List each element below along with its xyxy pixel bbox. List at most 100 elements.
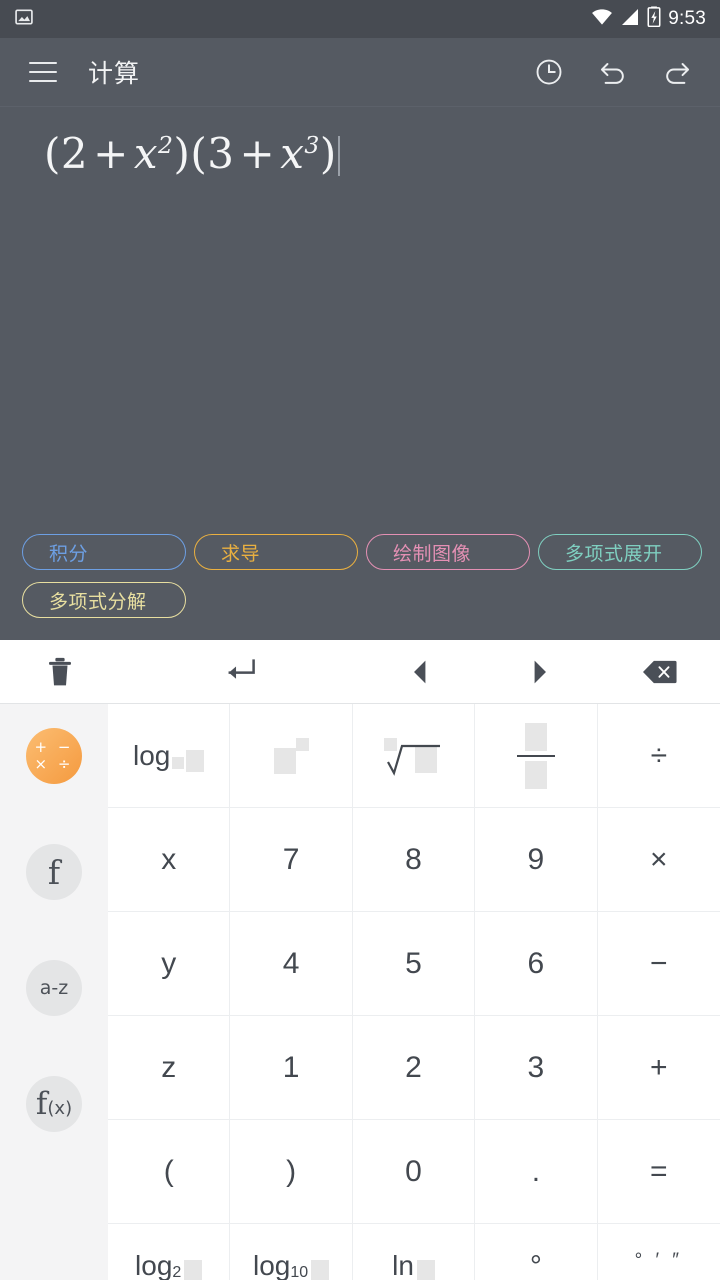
key-8[interactable]: 8 [352, 808, 476, 912]
f-glyph: f [47, 852, 61, 892]
edit-toolbar [0, 640, 720, 704]
key-multiply[interactable]: × [597, 808, 720, 912]
expression-token: ) [319, 129, 337, 178]
key-label: y [161, 946, 177, 980]
suggestion-chip-1[interactable]: 求导 [194, 534, 358, 570]
key-9[interactable]: 9 [475, 808, 598, 912]
key-minus[interactable]: − [597, 912, 720, 1016]
history-icon[interactable] [530, 53, 568, 91]
expression-exponent: 3 [304, 131, 320, 159]
keyboard-grid: log ÷ x 7 8 9 × y 4 5 6 − z 1 2 3 + () 0. = log 2 log 10 ln ° ° ′ … [108, 704, 720, 1280]
key-label: 9 [527, 842, 545, 876]
signal-icon [620, 8, 640, 31]
operators-glyph: + − × ÷ [34, 738, 74, 773]
key-plus[interactable]: + [597, 1016, 720, 1120]
key-log2[interactable]: log 2 [108, 1224, 231, 1280]
key-4[interactable]: 4 [230, 912, 353, 1016]
key-2[interactable]: 2 [352, 1016, 476, 1120]
status-bar: 9:53 [0, 0, 720, 38]
backspace-icon[interactable] [600, 640, 720, 704]
expression-token: ) [173, 129, 191, 178]
expression-display[interactable]: (2 + x2)(3 + x3) [44, 129, 340, 178]
key-divide[interactable]: ÷ [597, 704, 720, 808]
key-power[interactable] [230, 704, 353, 808]
redo-icon[interactable] [658, 53, 696, 91]
status-bar-left [14, 7, 34, 32]
enter-icon[interactable] [120, 640, 360, 704]
key-log10[interactable]: log 10 [230, 1224, 353, 1280]
page-title: 计算 [88, 60, 141, 88]
suggestion-chips: 积分 求导 绘制图像 多项式展开多项式分解 [22, 534, 706, 618]
key-y[interactable]: y [108, 912, 231, 1016]
key-dms[interactable]: ° ′ ″ [598, 1224, 720, 1280]
text-caret [337, 136, 340, 176]
key-label: 4 [282, 946, 300, 980]
key-label [378, 732, 448, 780]
tab-functions[interactable]: f [26, 844, 82, 900]
key-paren-close[interactable]: ) [230, 1120, 353, 1224]
key-equals[interactable]: = [597, 1120, 720, 1224]
key-paren-open[interactable]: ( [108, 1120, 231, 1224]
key-label: ° ′ ″ [634, 1250, 684, 1271]
key-7[interactable]: 7 [230, 808, 353, 912]
key-label: log [133, 740, 205, 772]
key-degree[interactable]: ° [475, 1224, 598, 1280]
key-1[interactable]: 1 [230, 1016, 353, 1120]
key-z[interactable]: z [108, 1016, 231, 1120]
undo-icon[interactable] [594, 53, 632, 91]
status-bar-right: 9:53 [591, 6, 706, 32]
key-label: log 2 [135, 1250, 203, 1280]
fx-glyph: f (x) [35, 1086, 73, 1122]
key-label: = [650, 1154, 668, 1188]
cursor-right-icon[interactable] [480, 640, 600, 704]
keyboard: + − × ÷ f a-z f (x) log ÷ x 7 8 9 × y 4 5 6− z 1 2 3 +() 0. = l… [0, 704, 720, 1280]
expression-content: (2 + x2)(3 + x3) [44, 129, 337, 178]
key-label: 2 [405, 1050, 422, 1084]
key-ln[interactable]: ln [353, 1224, 476, 1280]
key-label: 8 [405, 842, 422, 876]
key-label [516, 722, 555, 789]
az-glyph: a-z [39, 977, 69, 999]
key-sqrt[interactable] [352, 704, 476, 808]
expression-token: ( [190, 129, 208, 178]
expression-token: x3 [280, 129, 320, 178]
key-decimal[interactable]: . [475, 1120, 598, 1224]
expression-token: ( [44, 129, 61, 178]
key-label: 7 [282, 842, 300, 876]
app-bar-actions [530, 53, 700, 91]
tab-letters[interactable]: a-z [26, 960, 82, 1016]
keyboard-tab-rail: + − × ÷ f a-z f (x) [0, 704, 108, 1280]
key-5[interactable]: 5 [352, 912, 476, 1016]
status-bar-clock: 9:53 [668, 8, 706, 29]
key-label: 0 [405, 1154, 422, 1188]
key-3[interactable]: 3 [475, 1016, 598, 1120]
key-label [273, 737, 309, 774]
key-label: 1 [282, 1050, 300, 1084]
wifi-icon [591, 8, 613, 31]
key-label: 5 [405, 946, 422, 980]
key-label: ÷ [650, 738, 668, 772]
suggestion-chip-3[interactable]: 多项式展开 [538, 534, 702, 570]
key-label: ln [392, 1250, 435, 1280]
tab-fx[interactable]: f (x) [26, 1076, 82, 1132]
key-label: x [161, 842, 177, 876]
key-label: z [161, 1050, 177, 1084]
expression-canvas[interactable]: (2 + x2)(3 + x3) 积分 求导 绘制图像 多项式展开多项式分解 [0, 106, 720, 640]
suggestion-chip-0[interactable]: 积分 [22, 534, 186, 570]
delete-all-icon[interactable] [0, 640, 120, 704]
suggestion-chip-4[interactable]: 多项式分解 [22, 582, 186, 618]
key-fraction[interactable] [475, 704, 598, 808]
key-log[interactable]: log [108, 704, 231, 808]
hamburger-menu-icon[interactable] [20, 49, 66, 95]
suggestion-chip-2[interactable]: 绘制图像 [366, 534, 530, 570]
key-label: − [650, 946, 668, 980]
cursor-left-icon[interactable] [360, 640, 480, 704]
key-0[interactable]: 0 [352, 1120, 476, 1224]
expression-token: 2 [60, 129, 89, 178]
key-label: log 10 [253, 1250, 330, 1280]
tab-operators[interactable]: + − × ÷ [26, 728, 82, 784]
key-6[interactable]: 6 [475, 912, 598, 1016]
key-x[interactable]: x [108, 808, 231, 912]
battery-charging-icon [647, 6, 661, 32]
expression-token: x2 [133, 129, 174, 178]
